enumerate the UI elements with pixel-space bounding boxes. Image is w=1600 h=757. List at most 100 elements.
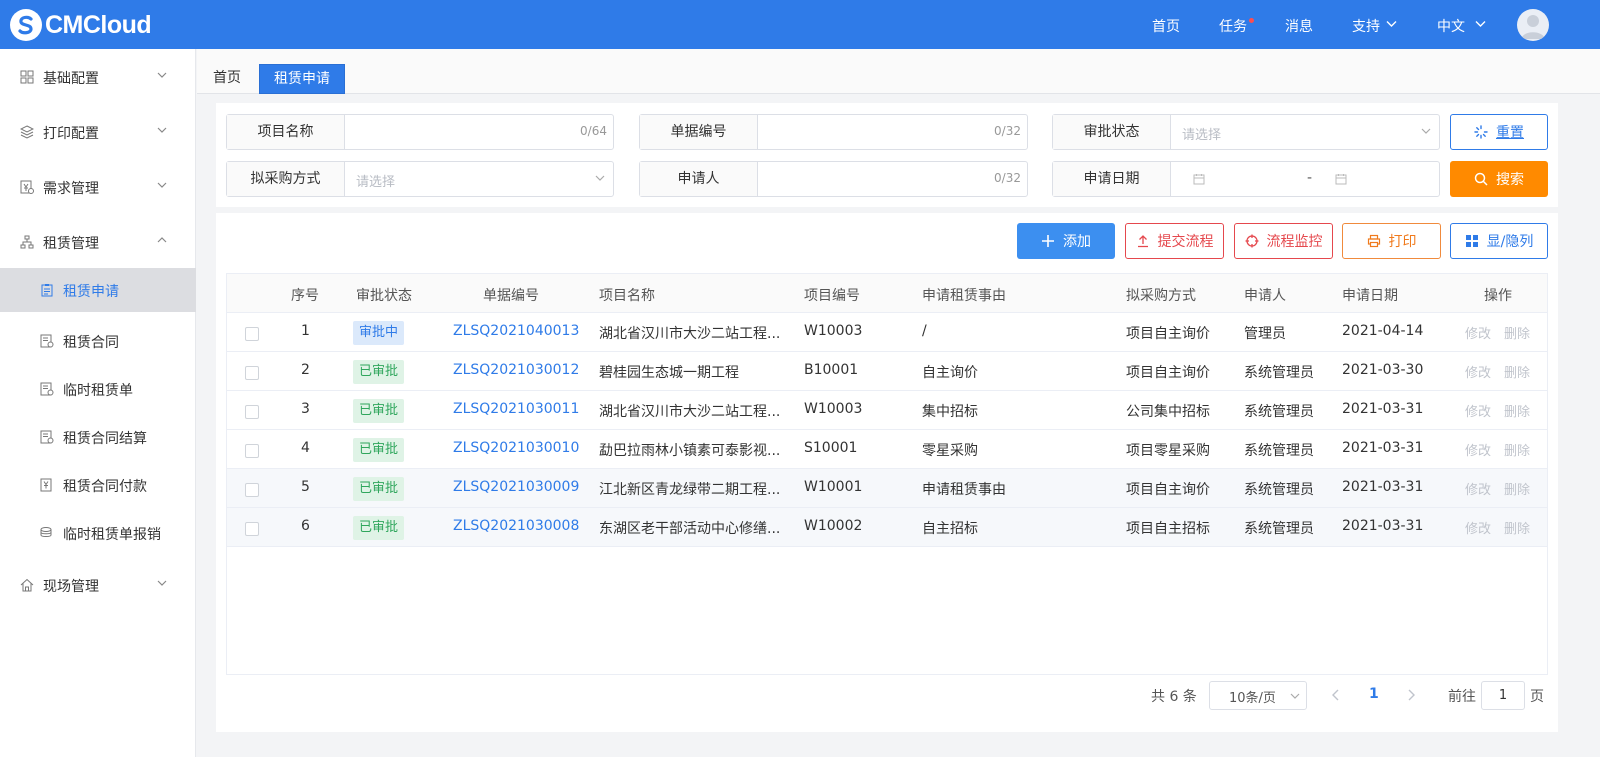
row-checkbox[interactable] (245, 366, 259, 380)
approval-status-select[interactable]: 请选择 (1182, 124, 1221, 143)
table-row[interactable]: 2 已审批 ZLSQ2021030012 碧桂园生态城一期工程 B10001 自… (227, 352, 1547, 391)
delete-link[interactable]: 删除 (1504, 362, 1530, 381)
cell-date: 2021-03-30 (1342, 362, 1424, 378)
sidebar-item-label: 租赁合同付款 (63, 479, 147, 495)
table-row[interactable]: 4 已审批 ZLSQ2021030010 勐巴拉雨林小镇素可泰影视... S10… (227, 430, 1547, 469)
delete-link[interactable]: 删除 (1504, 479, 1530, 498)
sidebar: 基础配置 打印配置 需求管理 租赁管理 租赁申请 租赁合同 临时租赁单 租赁合同… (0, 49, 196, 757)
chevron-down-icon (1290, 693, 1300, 699)
submit-flow-button[interactable]: 提交流程 (1125, 223, 1224, 259)
cell-seq: 1 (301, 323, 310, 339)
sidebar-item-contract-settlement[interactable]: 租赁合同结算 (0, 415, 196, 459)
applicant-input[interactable] (759, 162, 1027, 196)
data-table: 序号 审批状态 单据编号 项目名称 项目编号 申请租赁事由 拟采购方式 申请人 … (226, 273, 1548, 675)
tab-rental-application[interactable]: 租赁申请 (259, 64, 345, 94)
edit-link[interactable]: 修改 (1465, 323, 1491, 342)
delete-link[interactable]: 删除 (1504, 401, 1530, 420)
edit-link[interactable]: 修改 (1465, 440, 1491, 459)
doc-no-link[interactable]: ZLSQ2021030011 (453, 401, 579, 417)
project-name-input[interactable] (346, 115, 613, 149)
delete-link[interactable]: 删除 (1504, 518, 1530, 537)
plus-icon (1042, 235, 1054, 247)
search-button[interactable]: 搜索 (1450, 161, 1548, 197)
edit-link[interactable]: 修改 (1465, 518, 1491, 537)
sidebar-group-rental[interactable]: 租赁管理 (0, 222, 196, 262)
tab-home[interactable]: 首页 (199, 64, 255, 94)
grid-icon (1465, 235, 1478, 247)
doc-no-link[interactable]: ZLSQ2021030012 (453, 362, 579, 378)
purchase-method-select[interactable]: 请选择 (356, 171, 395, 190)
sidebar-group-print-config[interactable]: 打印配置 (0, 112, 196, 152)
cell-reason: 自主招标 (922, 521, 978, 537)
flow-monitor-button[interactable]: 流程监控 (1234, 223, 1333, 259)
col-header-status: 审批状态 (356, 288, 412, 304)
table-row[interactable]: 6 已审批 ZLSQ2021030008 东湖区老干部活动中心修缮... W10… (227, 508, 1547, 547)
nav-messages[interactable]: 消息 (1285, 16, 1313, 36)
nav-support[interactable]: 支持 (1352, 16, 1380, 36)
flow-monitor-label: 流程监控 (1266, 234, 1323, 250)
cell-reason: 申请租赁事由 (922, 482, 1006, 498)
logo[interactable]: CMCloud (10, 8, 152, 42)
yen-doc-icon (20, 180, 34, 194)
cell-project-name: 东湖区老干部活动中心修缮... (599, 521, 781, 537)
column-toggle-label: 显/隐列 (1486, 234, 1534, 250)
doc-no-link[interactable]: ZLSQ2021030009 (453, 479, 579, 495)
row-checkbox[interactable] (245, 327, 259, 341)
edit-link[interactable]: 修改 (1465, 401, 1491, 420)
table-row[interactable]: 5 已审批 ZLSQ2021030009 江北新区青龙绿带二期工程... W10… (227, 469, 1547, 508)
nav-language[interactable]: 中文 (1437, 16, 1465, 36)
nav-tasks[interactable]: 任务 (1219, 16, 1247, 36)
sidebar-item-temp-rental[interactable]: 临时租赁单 (0, 367, 196, 411)
doc-no-link[interactable]: ZLSQ2021040013 (453, 323, 579, 339)
table-row[interactable]: 1 审批中 ZLSQ2021040013 湖北省汉川市大沙二站工程... W10… (227, 313, 1547, 352)
sidebar-group-basic-config[interactable]: 基础配置 (0, 57, 196, 97)
calendar-icon[interactable] (1193, 173, 1205, 185)
cell-reason: 集中招标 (922, 404, 978, 420)
user-avatar[interactable] (1517, 9, 1549, 41)
field-label: 申请人 (640, 162, 758, 196)
next-page-icon[interactable] (1406, 689, 1416, 701)
doc-no-link[interactable]: ZLSQ2021030008 (453, 518, 579, 534)
approval-status-field: 审批状态 请选择 (1052, 114, 1440, 150)
sidebar-item-temp-reimbursement[interactable]: 临时租赁单报销 (0, 511, 196, 555)
row-checkbox[interactable] (245, 522, 259, 536)
char-counter: 0/32 (994, 171, 1021, 185)
sidebar-group-site[interactable]: 现场管理 (0, 565, 196, 605)
doc-no-link[interactable]: ZLSQ2021030010 (453, 440, 579, 456)
sidebar-item-rental-application[interactable]: 租赁申请 (0, 268, 196, 312)
table-row[interactable]: 3 已审批 ZLSQ2021030011 湖北省汉川市大沙二站工程... W10… (227, 391, 1547, 430)
delete-link[interactable]: 删除 (1504, 323, 1530, 342)
reset-button[interactable]: 重置 (1450, 114, 1548, 150)
calendar-icon[interactable] (1335, 173, 1347, 185)
row-checkbox[interactable] (245, 483, 259, 497)
add-button[interactable]: 添加 (1017, 223, 1115, 259)
chevron-down-icon (1386, 21, 1397, 27)
cell-method: 项目自主招标 (1126, 521, 1210, 537)
prev-page-icon[interactable] (1331, 689, 1341, 701)
edit-link[interactable]: 修改 (1465, 362, 1491, 381)
contract-icon (40, 382, 54, 396)
sidebar-group-label: 需求管理 (43, 181, 99, 197)
current-page[interactable]: 1 (1369, 686, 1379, 702)
row-checkbox[interactable] (245, 405, 259, 419)
page-size-select[interactable]: 10条/页 (1209, 681, 1307, 710)
sidebar-item-contract-payment[interactable]: 租赁合同付款 (0, 463, 196, 507)
edit-link[interactable]: 修改 (1465, 479, 1491, 498)
search-label: 搜索 (1496, 172, 1524, 188)
nav-home[interactable]: 首页 (1152, 16, 1180, 36)
page-tabs: 首页 租赁申请 (197, 49, 1600, 94)
sidebar-group-demand[interactable]: 需求管理 (0, 167, 196, 207)
print-button[interactable]: 打印 (1342, 223, 1441, 259)
page-size-value: 10条/页 (1229, 691, 1276, 706)
row-checkbox[interactable] (245, 444, 259, 458)
delete-link[interactable]: 删除 (1504, 440, 1530, 459)
sidebar-item-rental-contract[interactable]: 租赁合同 (0, 319, 196, 363)
field-label: 项目名称 (227, 115, 345, 149)
status-badge: 已审批 (353, 477, 405, 501)
table-header: 序号 审批状态 单据编号 项目名称 项目编号 申请租赁事由 拟采购方式 申请人 … (227, 274, 1547, 313)
column-toggle-button[interactable]: 显/隐列 (1450, 223, 1548, 259)
cell-project-name: 湖北省汉川市大沙二站工程... (599, 326, 781, 342)
goto-page-input[interactable]: 1 (1481, 681, 1525, 710)
char-counter: 0/32 (994, 124, 1021, 138)
doc-no-input[interactable] (759, 115, 1027, 149)
